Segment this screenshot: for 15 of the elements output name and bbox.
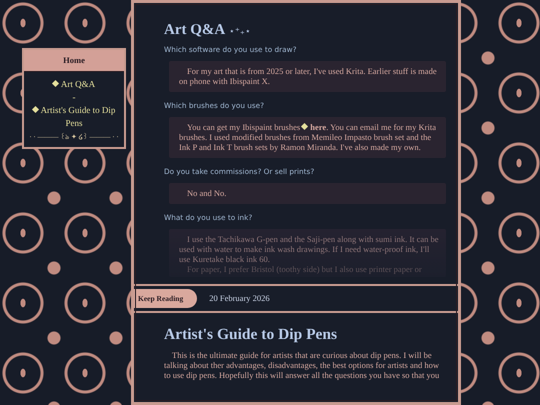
- here-link[interactable]: here: [310, 122, 326, 132]
- post-text: This is the ultimate guide for artists that are curious about dip pens. I will be talking about ther advantages, disadvantages, the best options for artists and how to use dip pens. Hopefully this will answer all the questions you have so that you: [164, 350, 440, 380]
- home-link[interactable]: Home: [24, 50, 124, 72]
- answer-text: You can get my Ibispaint brushes here. You can email me for my Krita brushes. I used modified brushes from Memileo Impasto brush set and the Ink P and Ink T brush sets by Ramon Miranda. I've also made my own.: [179, 122, 437, 152]
- answer-text: I use the Tachikawa G-pen and the Saji-pen along with sumi ink. It can be used with water to make ink wash drawings. If I need water-proof ink, I'll use Kuretake black ink 60.: [179, 234, 440, 264]
- post-title: Artist's Guide to Dip Pens: [164, 325, 338, 344]
- sparkle-decoration: ⋆⁺₊⋆: [229, 26, 252, 36]
- answer-text: For paper, I prefer Bristol (toothy side) but I also use printer paper or: [186, 264, 423, 274]
- answer-text: No and No.: [186, 188, 228, 198]
- post-date: 20 February 2026: [209, 292, 270, 305]
- post-title: Art Q&A: [164, 22, 226, 38]
- answer-text: For my art that is from 2025 or later, I've used Krita. Earlier stuff is made on phone with Ibispaint X.: [179, 66, 438, 86]
- nav-link[interactable]: Artist's Guide to Dip Pens: [28, 104, 120, 130]
- nav-link[interactable]: Art Q&A: [28, 78, 120, 91]
- separator-text: -: [72, 92, 76, 102]
